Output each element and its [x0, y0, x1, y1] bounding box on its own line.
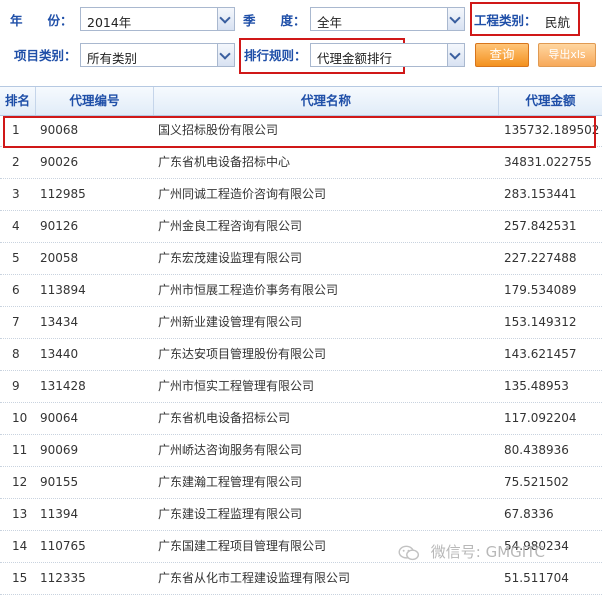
amount-cell: 80.438936 — [504, 443, 569, 457]
agency-name-cell: 广州市恒展工程造价事务有限公司 — [158, 283, 339, 297]
code-cell: 13434 — [40, 315, 79, 329]
table-row: 6 113894 广州市恒展工程造价事务有限公司 179.534089 — [0, 275, 602, 307]
rank-rule-select[interactable]: 代理金额排行 — [310, 43, 465, 67]
year-select[interactable]: 2014年 — [80, 7, 235, 31]
code-cell: 113894 — [40, 283, 86, 297]
season-select-value: 全年 — [317, 15, 343, 30]
table-row: 11 90069 广州峤达咨询服务有限公司 80.438936 — [0, 435, 602, 467]
season-label: 季 度： — [243, 13, 306, 28]
chevron-down-icon[interactable] — [447, 44, 464, 66]
chevron-down-icon[interactable] — [447, 8, 464, 30]
header-code: 代理编号 — [36, 87, 154, 115]
item-category-label: 项目类别： — [14, 48, 77, 63]
agency-name-cell: 广东建设工程监理有限公司 — [158, 507, 303, 521]
ranking-table-body: 1 90068 国义招标股份有限公司 135732.189502 2 90026 广东省机电… — [0, 115, 602, 595]
rank-cell: 7 — [12, 315, 20, 329]
watermark-text: 微信号: GMGITC — [430, 543, 545, 561]
rank-cell: 15 — [12, 571, 28, 585]
code-cell: 90155 — [40, 475, 79, 489]
first-row-highlight — [3, 116, 596, 148]
table-row: 10 90064 广东省机电设备招标公司 117.092204 — [0, 403, 602, 435]
table-row: 3 112985 广州同诚工程造价咨询有限公司 283.153441 — [0, 179, 602, 211]
code-cell: 20058 — [40, 251, 79, 265]
rank-cell: 6 — [12, 283, 20, 297]
query-button[interactable]: 查询 — [475, 43, 529, 67]
agency-name-cell: 广东省机电设备招标公司 — [158, 411, 291, 425]
amount-cell: 257.842531 — [504, 219, 577, 233]
agency-name-cell: 广州同诚工程造价咨询有限公司 — [158, 187, 327, 201]
table-row: 4 90126 广州金良工程咨询有限公司 257.842531 — [0, 211, 602, 243]
project-type-select[interactable]: 民航 — [540, 7, 576, 31]
rank-cell: 8 — [12, 347, 20, 361]
item-category-select[interactable]: 所有类别 — [80, 43, 235, 67]
code-cell: 90126 — [40, 219, 79, 233]
agency-name-cell: 广东宏茂建设监理有限公司 — [158, 251, 303, 265]
year-label: 年 份： — [10, 13, 73, 28]
table-row: 8 13440 广东达安项目管理股份有限公司 143.621457 — [0, 339, 602, 371]
code-cell: 13440 — [40, 347, 79, 361]
table-row: 12 90155 广东建瀚工程管理有限公司 75.521502 — [0, 467, 602, 499]
agency-name-cell: 广州金良工程咨询有限公司 — [158, 219, 303, 233]
agency-name-cell: 广州市恒实工程管理有限公司 — [158, 379, 315, 393]
header-rank: 排名 — [0, 87, 36, 115]
amount-cell: 135.48953 — [504, 379, 569, 393]
table-header: 排名 代理编号 代理名称 代理金额 — [0, 86, 602, 116]
amount-cell: 153.149312 — [504, 315, 577, 329]
year-select-value: 2014年 — [87, 15, 132, 30]
rank-rule-value: 代理金额排行 — [317, 51, 393, 66]
code-cell: 112335 — [40, 571, 86, 585]
chevron-down-icon[interactable] — [217, 8, 234, 30]
rank-cell: 2 — [12, 155, 20, 169]
amount-cell: 283.153441 — [504, 187, 577, 201]
table-row: 13 11394 广东建设工程监理有限公司 67.8336 — [0, 499, 602, 531]
item-category-value: 所有类别 — [87, 51, 138, 66]
table-row: 7 13434 广州新业建设管理有限公司 153.149312 — [0, 307, 602, 339]
code-cell: 131428 — [40, 379, 86, 393]
wechat-icon — [398, 545, 420, 560]
agency-name-cell: 广东省从化市工程建设监理有限公司 — [158, 571, 351, 585]
table-row: 9 131428 广州市恒实工程管理有限公司 135.48953 — [0, 371, 602, 403]
code-cell: 112985 — [40, 187, 86, 201]
code-cell: 90069 — [40, 443, 79, 457]
rank-cell: 9 — [12, 379, 20, 393]
watermark: 微信号: GMGITC — [398, 541, 545, 571]
amount-cell: 75.521502 — [504, 475, 569, 489]
project-type-label: 工程类别： — [474, 13, 537, 28]
rank-cell: 14 — [12, 539, 28, 553]
rank-cell: 5 — [12, 251, 20, 265]
rank-rule-label: 排行规则： — [244, 48, 307, 63]
amount-cell: 34831.022755 — [504, 155, 592, 169]
table-row: 5 20058 广东宏茂建设监理有限公司 227.227488 — [0, 243, 602, 275]
agency-name-cell: 广州新业建设管理有限公司 — [158, 315, 303, 329]
code-cell: 90026 — [40, 155, 79, 169]
filter-panel: 年 份： 2014年 季 度： 全年 工程类别： 民航 项目类别： 所有类别 排… — [0, 0, 602, 84]
project-type-value: 民航 — [545, 15, 571, 30]
rank-cell: 4 — [12, 219, 20, 233]
season-select[interactable]: 全年 — [310, 7, 465, 31]
amount-cell: 179.534089 — [504, 283, 577, 297]
amount-cell: 143.621457 — [504, 347, 577, 361]
header-name: 代理名称 — [154, 87, 499, 115]
agency-name-cell: 广东建瀚工程管理有限公司 — [158, 475, 303, 489]
amount-cell: 67.8336 — [504, 507, 554, 521]
agency-name-cell: 广东省机电设备招标中心 — [158, 155, 291, 169]
agency-name-cell: 广州峤达咨询服务有限公司 — [158, 443, 303, 457]
amount-cell: 227.227488 — [504, 251, 577, 265]
agency-name-cell: 广东达安项目管理股份有限公司 — [158, 347, 327, 361]
chevron-down-icon[interactable] — [217, 44, 234, 66]
export-xls-button[interactable]: 导出xls — [538, 43, 596, 67]
rank-cell: 13 — [12, 507, 28, 521]
header-amount: 代理金额 — [525, 93, 576, 108]
agency-name-cell: 广东国建工程项目管理有限公司 — [158, 539, 327, 553]
rank-cell: 12 — [12, 475, 28, 489]
code-cell: 110765 — [40, 539, 86, 553]
rank-cell: 10 — [12, 411, 28, 425]
table-row: 2 90026 广东省机电设备招标中心 34831.022755 — [0, 147, 602, 179]
code-cell: 90064 — [40, 411, 79, 425]
amount-cell: 117.092204 — [504, 411, 577, 425]
rank-cell: 3 — [12, 187, 20, 201]
code-cell: 11394 — [40, 507, 79, 521]
rank-cell: 11 — [12, 443, 28, 457]
